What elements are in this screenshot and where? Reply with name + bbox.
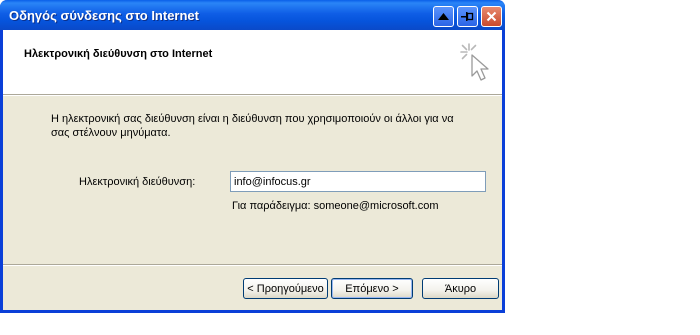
title-bar[interactable]: Οδηγός σύνδεσης στο Internet (0, 0, 505, 30)
up-arrow-button[interactable] (433, 6, 454, 27)
pin-button[interactable] (457, 6, 478, 27)
cancel-button[interactable]: Άκυρο (422, 278, 499, 299)
email-input[interactable] (230, 171, 486, 192)
wizard-window: Οδηγός σύνδεσης στο Internet Ηλεκτρονική… (0, 0, 505, 313)
page-title: Ηλεκτρονική διεύθυνση στο Internet (24, 48, 213, 60)
header-divider (3, 94, 502, 96)
description-text: Η ηλεκτρονική σας διεύθυνση είναι η διεύ… (51, 113, 454, 139)
back-button[interactable]: < Προηγούμενο (243, 278, 328, 299)
footer-divider (3, 264, 502, 266)
next-button[interactable]: Επόμενο > (331, 278, 413, 299)
up-arrow-icon (438, 13, 449, 20)
window-title: Οδηγός σύνδεσης στο Internet (9, 8, 199, 23)
close-button[interactable] (481, 6, 502, 27)
pin-icon (461, 12, 474, 21)
wizard-header: Ηλεκτρονική διεύθυνση στο Internet (3, 30, 502, 94)
wizard-cursor-icon (460, 43, 489, 81)
example-text: Για παράδειγμα: someone@microsoft.com (232, 200, 439, 212)
email-label: Ηλεκτρονική διεύθυνση: (79, 176, 196, 188)
close-icon (486, 11, 497, 22)
